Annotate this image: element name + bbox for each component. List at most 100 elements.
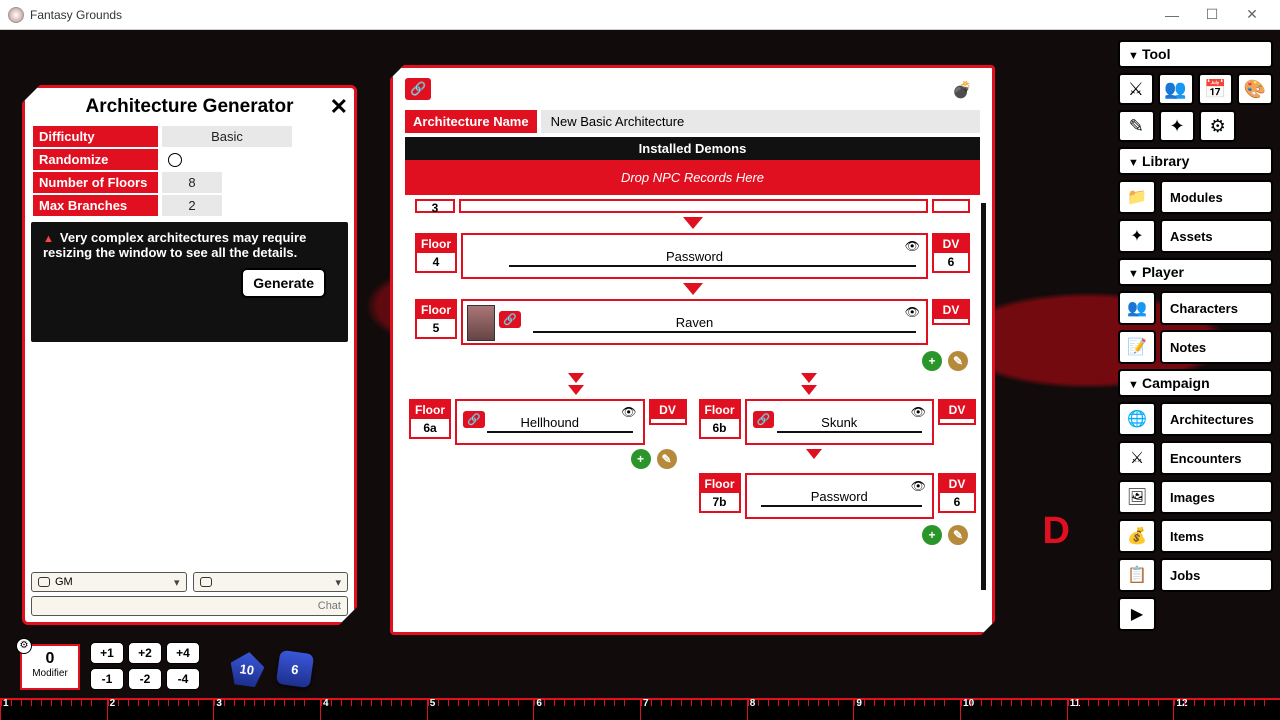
hotkey-slot[interactable]: 5 [427,700,534,720]
gear-icon[interactable]: ⚙ [16,638,32,654]
tool-effects-icon[interactable]: ✎ [1118,110,1155,142]
hotkey-slot[interactable]: 2 [107,700,214,720]
chat-mood-dropdown[interactable] [193,572,349,592]
sidebar-item-jobs[interactable]: 📋Jobs [1118,558,1273,592]
hotkey-slot[interactable]: 9 [853,700,960,720]
link-icon[interactable]: 🔗 [463,411,485,428]
value-branches[interactable]: 2 [162,195,222,216]
tool-colors-icon[interactable]: 🎨 [1237,73,1273,105]
tool-calendar-icon[interactable]: 📅 [1198,73,1234,105]
picture-icon: 🖼 [1118,480,1156,514]
characters-icon: 👥 [1118,291,1156,325]
app-title: Fantasy Grounds [30,8,1152,22]
hotkey-slot[interactable]: 4 [320,700,427,720]
close-icon[interactable]: ✕ [975,38,995,67]
sidebar-item-encounters[interactable]: ⚔Encounters [1118,441,1273,475]
link-icon[interactable]: 🔗 [405,78,431,100]
eye-icon[interactable]: 👁 [621,405,636,419]
floor-badge: 3 [415,199,455,213]
window-close[interactable]: ✕ [1232,6,1272,23]
sidebar-item-items[interactable]: 💰Items [1118,519,1273,553]
warning-box: Very complex architectures may require r… [31,222,348,342]
mod-minus-2[interactable]: -2 [128,668,162,690]
chat-speaker-dropdown[interactable]: GM [31,572,187,592]
eye-icon[interactable]: 👁 [905,305,920,319]
hotkey-slot[interactable]: 1 [0,700,107,720]
window-minimize[interactable]: — [1152,7,1192,23]
floor-node[interactable]: 👁 Password [745,473,935,519]
node-label: Skunk [821,415,857,430]
node-label: Password [811,489,868,504]
sidebar-item-architectures[interactable]: 🌐Architectures [1118,402,1273,436]
eye-icon[interactable]: 👁 [911,405,926,419]
sidebar-play-button[interactable]: ▶ [1118,597,1156,631]
mod-minus-4[interactable]: -4 [166,668,200,690]
add-button[interactable]: + [631,449,651,469]
tool-modifiers-icon[interactable]: ✦ [1159,110,1196,142]
floor-node[interactable]: 👁 Password [461,233,928,279]
tool-party-icon[interactable]: 👥 [1158,73,1194,105]
sidebar-item-notes[interactable]: 📝Notes [1118,330,1273,364]
sidebar-section-campaign[interactable]: Campaign [1118,369,1273,397]
sidebar-section-player[interactable]: Player [1118,258,1273,286]
hotkey-slot[interactable]: 3 [213,700,320,720]
mod-plus-2[interactable]: +2 [128,642,162,664]
modifier-value: 0 [22,650,78,668]
window-maximize[interactable]: ☐ [1192,6,1232,23]
tool-options-icon[interactable]: ⚙ [1199,110,1236,142]
mod-plus-4[interactable]: +4 [166,642,200,664]
chat-area: GM [31,572,348,616]
sidebar-item-assets[interactable]: ✦Assets [1118,219,1273,253]
edit-button[interactable]: ✎ [657,449,677,469]
link-icon[interactable]: 🔗 [753,411,775,428]
architecture-graph: 3 Floor4 👁 Password DV6 Floor5 [393,199,992,594]
dv-badge: DV [932,299,970,325]
checkbox-randomize[interactable] [168,153,182,167]
value-difficulty[interactable]: Basic [162,126,292,147]
sidebar-item-images[interactable]: 🖼Images [1118,480,1273,514]
mod-plus-1[interactable]: +1 [90,642,124,664]
drop-zone[interactable]: Drop NPC Records Here [405,160,980,195]
die-d6[interactable]: 6 [276,650,314,688]
floor-node[interactable]: 🔗 👁 Raven [461,299,928,345]
sidebar-item-modules[interactable]: 📁Modules [1118,180,1273,214]
edit-button[interactable]: ✎ [948,351,968,371]
value-floors[interactable]: 8 [162,172,222,193]
sidebar-item-characters[interactable]: 👥Characters [1118,291,1273,325]
hotkey-slot[interactable]: 7 [640,700,747,720]
link-icon[interactable]: 🔗 [499,311,521,328]
add-button[interactable]: + [922,525,942,545]
hotkey-slot[interactable]: 10 [960,700,1067,720]
hotkey-slot[interactable]: 6 [533,700,640,720]
chat-input[interactable] [31,596,348,616]
generate-button[interactable]: Generate [241,268,326,298]
floor-node[interactable]: 🔗 👁 Skunk [745,399,935,445]
floor-badge: Floor7b [699,473,741,513]
row-difficulty: Difficulty Basic [33,126,318,147]
close-icon[interactable]: ✕ [330,94,348,120]
edit-button[interactable]: ✎ [948,525,968,545]
dv-badge: DV6 [932,233,970,273]
clipboard-icon: 📋 [1118,558,1156,592]
hotkey-slot[interactable]: 12 [1173,700,1280,720]
floor-badge: Floor5 [415,299,457,339]
value-architecture-name[interactable]: New Basic Architecture [541,110,980,133]
mod-minus-1[interactable]: -1 [90,668,124,690]
eye-icon[interactable]: 👁 [905,239,920,253]
modifier-box[interactable]: ⚙ 0 Modifier [20,644,80,690]
npc-portrait[interactable] [467,305,495,341]
scrollbar[interactable] [981,203,986,590]
modifier-label: Modifier [22,668,78,679]
grenade-icon[interactable]: 💣 [952,80,972,100]
sidebar-section-library[interactable]: Library [1118,147,1273,175]
hotkey-slot[interactable]: 8 [747,700,854,720]
add-button[interactable]: + [922,351,942,371]
die-d10[interactable]: 10 [228,650,266,688]
hotkey-slot[interactable]: 11 [1067,700,1174,720]
sidebar-item-label: Jobs [1160,558,1273,592]
sidebar-section-tool[interactable]: Tool [1118,40,1273,68]
floor-node[interactable]: 🔗 👁 Hellhound [455,399,645,445]
tool-combat-icon[interactable]: ⚔ [1118,73,1154,105]
eye-icon[interactable]: 👁 [911,479,926,493]
dv-badge: DV [938,399,976,425]
